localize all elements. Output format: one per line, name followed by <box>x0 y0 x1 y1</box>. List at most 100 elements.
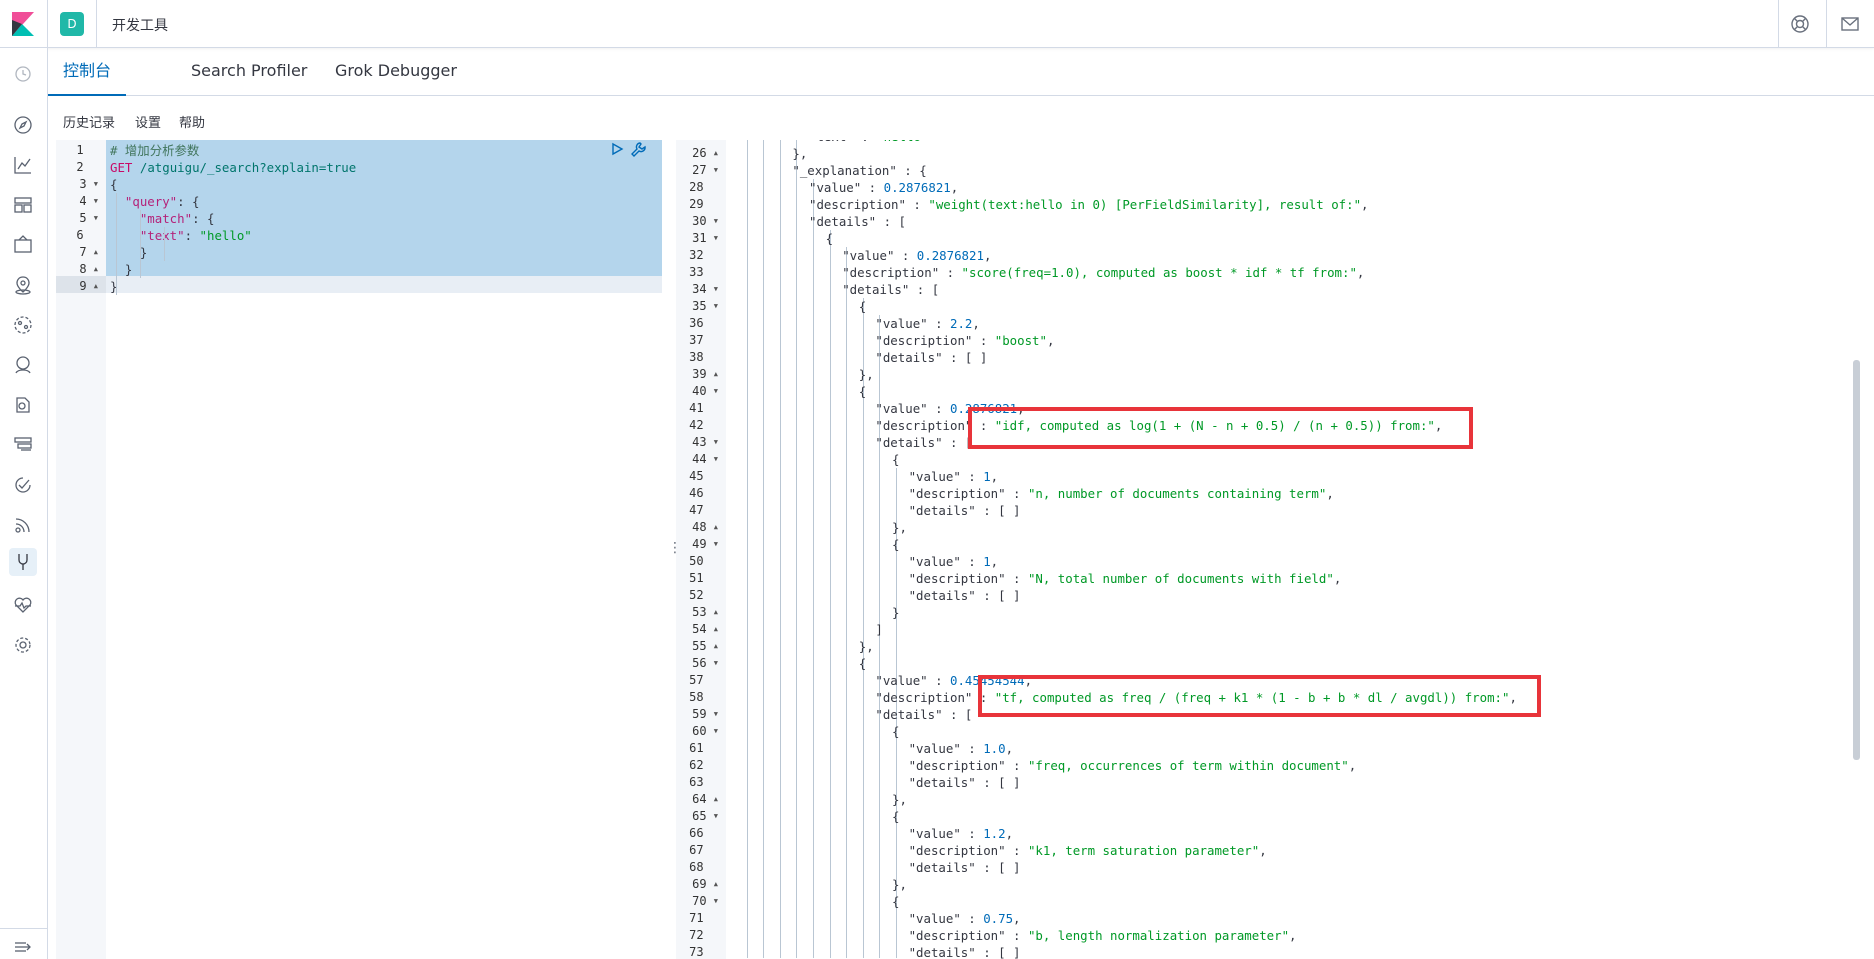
canvas-icon[interactable] <box>12 234 34 256</box>
settings-link[interactable]: 设置 <box>135 112 161 131</box>
management-icon[interactable] <box>12 634 34 656</box>
response-line[interactable]: "details" : [ ] <box>909 587 1021 604</box>
maps-icon[interactable] <box>12 274 34 296</box>
response-line[interactable]: { <box>892 536 899 553</box>
code-line[interactable]: { <box>110 176 117 193</box>
response-line[interactable]: "details" : [ <box>875 706 972 723</box>
line-number: 44 ▼ <box>676 451 718 468</box>
chart-icon[interactable] <box>12 154 34 176</box>
response-scrollbar[interactable] <box>1853 360 1860 760</box>
response-line[interactable]: { <box>859 383 866 400</box>
response-line[interactable]: }, <box>892 791 907 808</box>
code-line[interactable]: GET /atguigu/_search?explain=true <box>110 159 356 176</box>
response-line[interactable]: ] <box>875 621 882 638</box>
response-line[interactable]: } <box>892 604 899 621</box>
response-line[interactable]: "value" : 0.2876821, <box>842 247 991 264</box>
response-line[interactable]: "value" : 0.2876821, <box>809 179 958 196</box>
response-line[interactable]: { <box>826 230 833 247</box>
response-line[interactable]: "details" : [ ] <box>875 349 987 366</box>
response-line[interactable]: "description" : "k1, term saturation par… <box>909 842 1267 859</box>
code-line[interactable]: } <box>110 261 132 278</box>
response-line[interactable]: { <box>859 298 866 315</box>
monitoring-icon[interactable] <box>12 594 34 616</box>
response-line[interactable]: }, <box>892 519 907 536</box>
response-line[interactable]: "details" : [ ] <box>909 502 1021 519</box>
response-line[interactable]: "value" : 1, <box>909 468 999 485</box>
kibana-logo-icon[interactable] <box>12 12 34 36</box>
response-line[interactable]: "details" : [ ] <box>909 859 1021 876</box>
help-icon[interactable] <box>1789 13 1811 35</box>
response-line[interactable]: "details" : [ <box>809 213 906 230</box>
fold-arrow-icon: ▲ <box>713 149 718 157</box>
response-line[interactable]: "details" : [ <box>842 281 939 298</box>
response-line[interactable]: }, <box>859 638 874 655</box>
line-number-text: 48 <box>692 520 707 534</box>
devtools-nav-item[interactable] <box>9 548 37 576</box>
response-code[interactable]: "text" : "hello"},"_explanation" : {"val… <box>726 140 1874 959</box>
response-line[interactable]: { <box>892 451 899 468</box>
ml-icon[interactable] <box>12 314 34 336</box>
response-line[interactable]: { <box>892 723 899 740</box>
tab-console[interactable]: 控制台 <box>48 48 127 96</box>
help-link[interactable]: 帮助 <box>179 112 205 131</box>
infra-icon[interactable] <box>12 354 34 376</box>
history-link[interactable]: 历史记录 <box>63 112 115 131</box>
play-icon[interactable] <box>610 142 624 156</box>
response-line[interactable]: "description" : "boost", <box>875 332 1054 349</box>
response-line[interactable]: }, <box>792 145 807 162</box>
header-divider <box>1778 0 1779 48</box>
collapse-icon[interactable] <box>12 936 34 958</box>
dashboard-icon[interactable] <box>12 194 34 216</box>
response-line[interactable]: "details" : [ <box>875 434 972 451</box>
response-line[interactable]: "description" : "N, total number of docu… <box>909 570 1342 587</box>
response-line[interactable]: "details" : [ ] <box>909 944 1021 959</box>
response-line[interactable]: "value" : 1, <box>909 553 999 570</box>
response-line[interactable]: "value" : 0.75, <box>909 910 1021 927</box>
wrench-icon[interactable] <box>630 141 646 157</box>
response-line[interactable]: "text" : "hello" <box>809 140 928 145</box>
uptime-icon[interactable] <box>12 474 34 496</box>
response-line[interactable]: "description" : "b, length normalization… <box>909 927 1297 944</box>
response-line[interactable]: "value" : 1.2, <box>909 825 1013 842</box>
siem-icon[interactable] <box>12 514 34 536</box>
line-number: 35 ▼ <box>676 298 718 315</box>
indent-guide <box>164 227 165 261</box>
response-line[interactable]: { <box>859 655 866 672</box>
line-number-text: 47 <box>689 503 704 517</box>
apm-icon[interactable] <box>12 434 34 456</box>
request-code[interactable]: # 增加分析参数 GET /atguigu/_search?explain=tru… <box>106 140 662 959</box>
line-number-text: 36 <box>689 316 704 330</box>
tab-search-profiler[interactable]: Search Profiler <box>176 48 322 96</box>
response-line[interactable]: "description" : "weight(text:hello in 0)… <box>809 196 1369 213</box>
top-header: D 开发工具 <box>0 0 1874 48</box>
response-line[interactable]: { <box>892 808 899 825</box>
compass-icon[interactable] <box>12 114 34 136</box>
code-line[interactable]: "text": "hello" <box>110 227 252 244</box>
line-number-text: 49 <box>692 537 707 551</box>
response-line[interactable]: "description" : "score(freq=1.0), comput… <box>842 264 1364 281</box>
mail-icon[interactable] <box>1839 13 1861 35</box>
line-number-text: 58 <box>689 690 704 704</box>
line-number-text: 9 <box>79 279 87 293</box>
line-number: 58 <box>676 689 718 706</box>
response-line[interactable]: }, <box>892 876 907 893</box>
response-line[interactable]: "_explanation" : { <box>792 162 926 179</box>
response-line[interactable]: "description" : "freq, occurrences of te… <box>909 757 1357 774</box>
code-line[interactable]: "query": { <box>110 193 200 210</box>
request-editor[interactable]: 1 2 3 ▼ 4 ▼ 5 ▼ 6 7 ▲ 8 ▲ 9 ▲ # 增加分析参数 GET /at… <box>56 140 662 959</box>
tab-grok-debugger[interactable]: Grok Debugger <box>320 48 472 96</box>
space-avatar[interactable]: D <box>60 12 84 36</box>
response-line[interactable]: "details" : [ ] <box>909 774 1021 791</box>
response-editor[interactable]: 25 26 ▲27 ▼28 29 30 ▼31 ▼32 33 34 ▼35 ▼3… <box>676 140 1874 959</box>
clock-icon[interactable] <box>12 63 34 85</box>
line-number-text: 70 <box>692 894 707 908</box>
fold-arrow-icon: ▲ <box>93 265 98 273</box>
response-line[interactable]: "value" : 2.2, <box>875 315 979 332</box>
code-line[interactable]: # 增加分析参数 <box>110 142 199 159</box>
logs-icon[interactable] <box>12 394 34 416</box>
response-line[interactable]: "value" : 1.0, <box>909 740 1013 757</box>
code-line[interactable]: "match": { <box>110 210 215 227</box>
response-line[interactable]: { <box>892 893 899 910</box>
response-line[interactable]: }, <box>859 366 874 383</box>
response-line[interactable]: "description" : "n, number of documents … <box>909 485 1334 502</box>
